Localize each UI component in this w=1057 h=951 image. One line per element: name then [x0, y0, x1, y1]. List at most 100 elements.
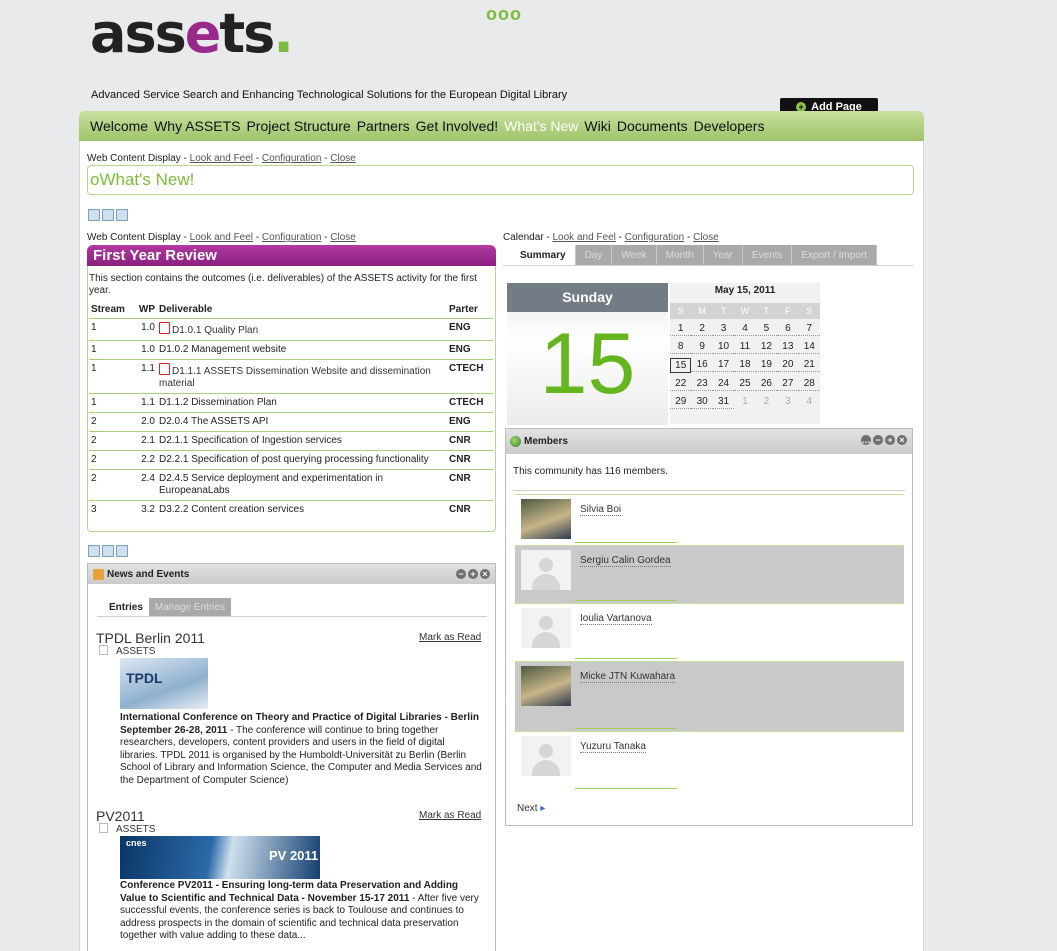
configuration-link[interactable]: Configuration [262, 153, 321, 164]
configuration-link[interactable]: Configuration [625, 232, 684, 243]
avatar[interactable] [521, 608, 571, 648]
edit-icon[interactable] [88, 209, 100, 221]
partner-cell: CNR [447, 450, 493, 470]
calendar-day[interactable]: 14 [798, 340, 820, 354]
mark-as-read-link[interactable]: Mark as Read [419, 810, 481, 821]
calendar-day[interactable]: 5 [755, 322, 778, 336]
settings-icon[interactable] [102, 209, 114, 221]
calendar-day[interactable]: 10 [712, 340, 735, 354]
maximize-icon[interactable]: + [468, 569, 478, 579]
calendar-day[interactable]: 27 [777, 377, 799, 391]
entry-title[interactable]: TPDL Berlin 2011 [96, 630, 205, 646]
entry-tag[interactable]: ASSETS [99, 823, 155, 835]
calendar-day[interactable]: 26 [755, 377, 778, 391]
calendar-day[interactable]: 21 [798, 358, 820, 372]
table-row: 1 1.1 D1.1.1 ASSETS Dissemination Website … [89, 359, 493, 394]
maximize-icon[interactable]: + [885, 435, 895, 445]
minimize-icon[interactable]: − [873, 435, 883, 445]
tab-summary[interactable]: Summary [511, 245, 576, 265]
calendar-day[interactable]: 19 [755, 358, 778, 372]
calendar-day[interactable]: 4 [734, 322, 756, 336]
mark-as-read-link[interactable]: Mark as Read [419, 632, 481, 643]
add-content-icon[interactable] [116, 209, 128, 221]
nav-item-welcome[interactable]: Welcome [90, 118, 148, 134]
tab-events[interactable]: Events [742, 245, 793, 265]
calendar-day[interactable]: 8 [670, 340, 692, 354]
calendar-day[interactable]: 22 [670, 377, 692, 391]
edit-icon[interactable] [88, 545, 100, 557]
members-header: Members … − + × [506, 429, 912, 454]
avatar-placeholder-body [532, 632, 560, 648]
nav-item-project-structure[interactable]: Project Structure [246, 118, 350, 134]
close-icon[interactable]: × [480, 569, 490, 579]
avatar[interactable] [521, 736, 571, 776]
tab-month[interactable]: Month [656, 245, 704, 265]
logo-circles: ooo [486, 4, 522, 24]
calendar-day[interactable]: 16 [691, 358, 713, 372]
calendar-day[interactable]: 24 [712, 377, 735, 391]
calendar-day[interactable]: 18 [734, 358, 756, 372]
deliverable-link[interactable]: D1.1.1 ASSETS Dissemination Website and … [159, 366, 431, 389]
avatar[interactable] [521, 499, 571, 539]
calendar-day[interactable]: 7 [798, 322, 820, 336]
minimize-icon[interactable]: − [456, 569, 466, 579]
calendar-day[interactable]: 28 [798, 377, 820, 391]
calendar-day[interactable]: 15 [670, 358, 692, 373]
site-logo[interactable]: assets. [90, 2, 294, 65]
calendar-day[interactable]: 31 [712, 395, 735, 409]
tab-year[interactable]: Year [703, 245, 743, 265]
nav-item-get-involved[interactable]: Get Involved! [416, 118, 499, 134]
nav-item-partners[interactable]: Partners [357, 118, 410, 134]
entry-thumbnail[interactable]: cnes PV 2011 [120, 836, 320, 879]
tab-entries[interactable]: Entries [103, 598, 149, 616]
tab-export-import[interactable]: Export / Import [792, 245, 877, 265]
calendar-day[interactable]: 1 [670, 322, 692, 336]
nav-item-what-s-new[interactable]: What's New [504, 118, 578, 134]
calendar-day[interactable]: 2 [691, 322, 713, 336]
weekday-header: S [806, 306, 813, 316]
avatar[interactable] [521, 550, 571, 590]
calendar-day[interactable]: 17 [712, 358, 735, 372]
calendar-day[interactable]: 11 [734, 340, 756, 354]
close-link[interactable]: Close [693, 232, 719, 243]
entry-thumbnail[interactable]: TPDL [120, 658, 208, 709]
calendar-day[interactable]: 29 [670, 395, 692, 409]
tab-week[interactable]: Week [612, 245, 657, 265]
calendar-day[interactable]: 25 [734, 377, 756, 391]
calendar-day[interactable]: 30 [691, 395, 713, 409]
close-link[interactable]: Close [330, 153, 356, 164]
add-content-icon[interactable] [116, 545, 128, 557]
settings-icon[interactable] [102, 545, 114, 557]
avatar[interactable] [521, 666, 571, 706]
tab-day[interactable]: Day [575, 245, 613, 265]
entry-title[interactable]: PV2011 [96, 808, 145, 824]
calendar-day[interactable]: 12 [755, 340, 778, 354]
calendar-day[interactable]: 23 [691, 377, 713, 391]
calendar-day[interactable]: 9 [691, 340, 713, 354]
nav-item-developers[interactable]: Developers [694, 118, 765, 134]
calendar-day[interactable]: 20 [777, 358, 799, 372]
close-link[interactable]: Close [330, 232, 356, 243]
look-and-feel-link[interactable]: Look and Feel [190, 232, 253, 243]
member-name[interactable]: Ioulia Vartanova [580, 613, 652, 625]
news-tabs: Entries Manage Entries [103, 598, 231, 616]
deliverable-link[interactable]: D1.0.1 Quality Plan [172, 325, 258, 336]
configuration-link[interactable]: Configuration [262, 232, 321, 243]
calendar-day[interactable]: 6 [777, 322, 799, 336]
member-name[interactable]: Sergiu Calin Gordea [580, 555, 671, 567]
tab-manage-entries[interactable]: Manage Entries [148, 598, 231, 616]
member-name[interactable]: Micke JTN Kuwahara [580, 671, 676, 683]
nav-item-wiki[interactable]: Wiki [584, 118, 610, 134]
member-name[interactable]: Silvia Boi [580, 504, 622, 516]
look-and-feel-link[interactable]: Look and Feel [190, 153, 253, 164]
next-link[interactable]: Next ▸ [517, 803, 545, 814]
calendar-day[interactable]: 3 [712, 322, 735, 336]
nav-item-why-assets[interactable]: Why ASSETS [154, 118, 240, 134]
member-name[interactable]: Yuzuru Tanaka [580, 741, 646, 753]
look-and-feel-link[interactable]: Look and Feel [552, 232, 615, 243]
nav-item-documents[interactable]: Documents [617, 118, 688, 134]
close-icon[interactable]: × [897, 435, 907, 445]
entry-tag[interactable]: ASSETS [99, 645, 155, 657]
calendar-day[interactable]: 13 [777, 340, 799, 354]
options-icon[interactable]: … [861, 435, 871, 445]
